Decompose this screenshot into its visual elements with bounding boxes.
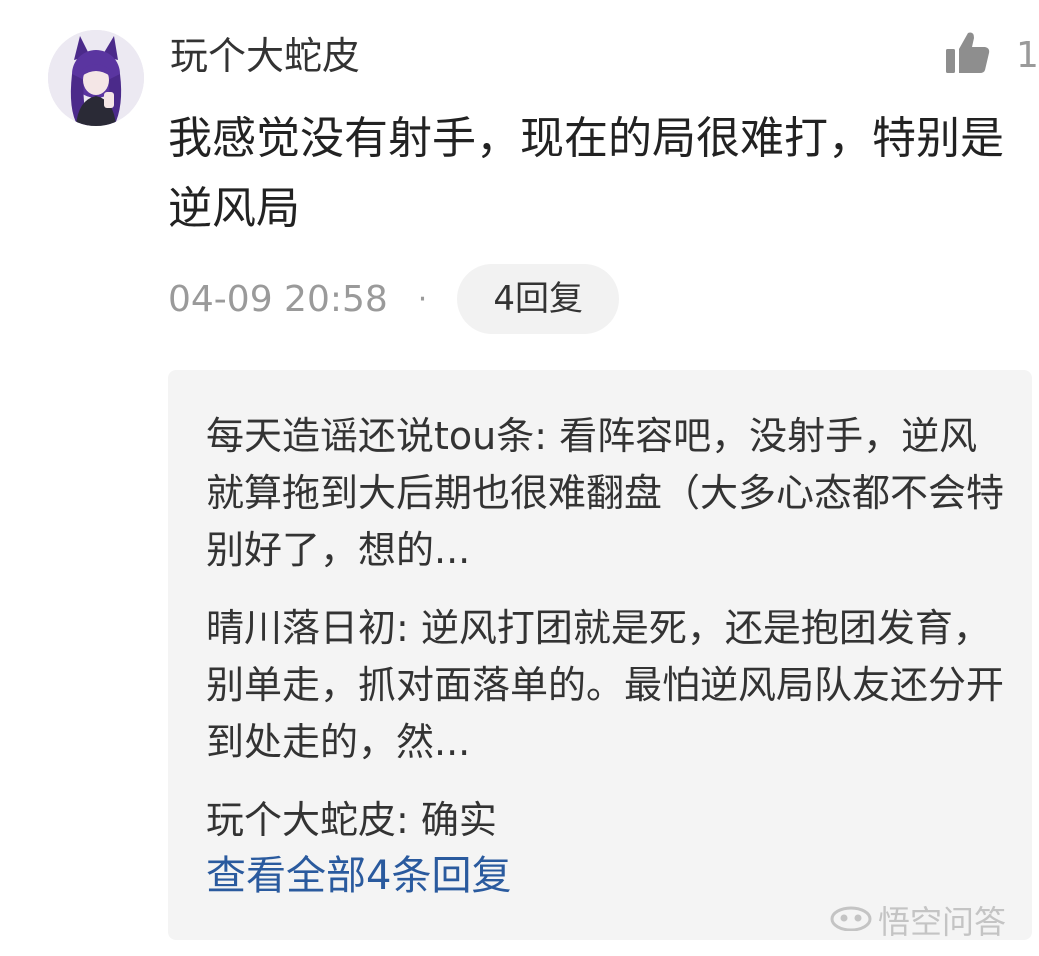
reply-item[interactable]: 晴川落日初: 逆风打团就是死，还是抱团发育，别单走，抓对面落单的。最怕逆风局队友… — [206, 600, 1006, 771]
comment-text: 我感觉没有射手，现在的局很难打，特别是逆风局 — [168, 113, 1004, 234]
timestamp: 04-09 20:58 — [168, 278, 388, 320]
reply-item[interactable]: 每天造谣还说tou条: 看阵容吧，没射手，逆风就算拖到大后期也很难翻盘（大多心态… — [206, 408, 1006, 579]
watermark: 悟空问答 — [830, 898, 1006, 942]
comment-meta: 04-09 20:58 · 4回复 — [168, 264, 619, 334]
reply-count-button[interactable]: 4回复 — [457, 264, 619, 334]
meta-separator: · — [417, 281, 428, 317]
view-all-replies-link[interactable]: 查看全部4条回复 — [206, 848, 511, 905]
like-count: 1 — [1016, 34, 1039, 76]
replies-preview[interactable]: 每天造谣还说tou条: 看阵容吧，没射手，逆风就算拖到大后期也很难翻盘（大多心态… — [168, 370, 1032, 940]
reply-item[interactable]: 玩个大蛇皮: 确实 — [206, 792, 1006, 849]
thumbs-up-icon[interactable] — [944, 31, 990, 79]
watermark-text: 悟空问答 — [878, 903, 1007, 941]
username[interactable]: 玩个大蛇皮 — [170, 30, 360, 82]
avatar-image — [48, 30, 144, 126]
like-button[interactable]: 1 — [944, 30, 1039, 80]
eyes-logo-icon — [830, 901, 878, 939]
avatar[interactable] — [48, 30, 144, 126]
